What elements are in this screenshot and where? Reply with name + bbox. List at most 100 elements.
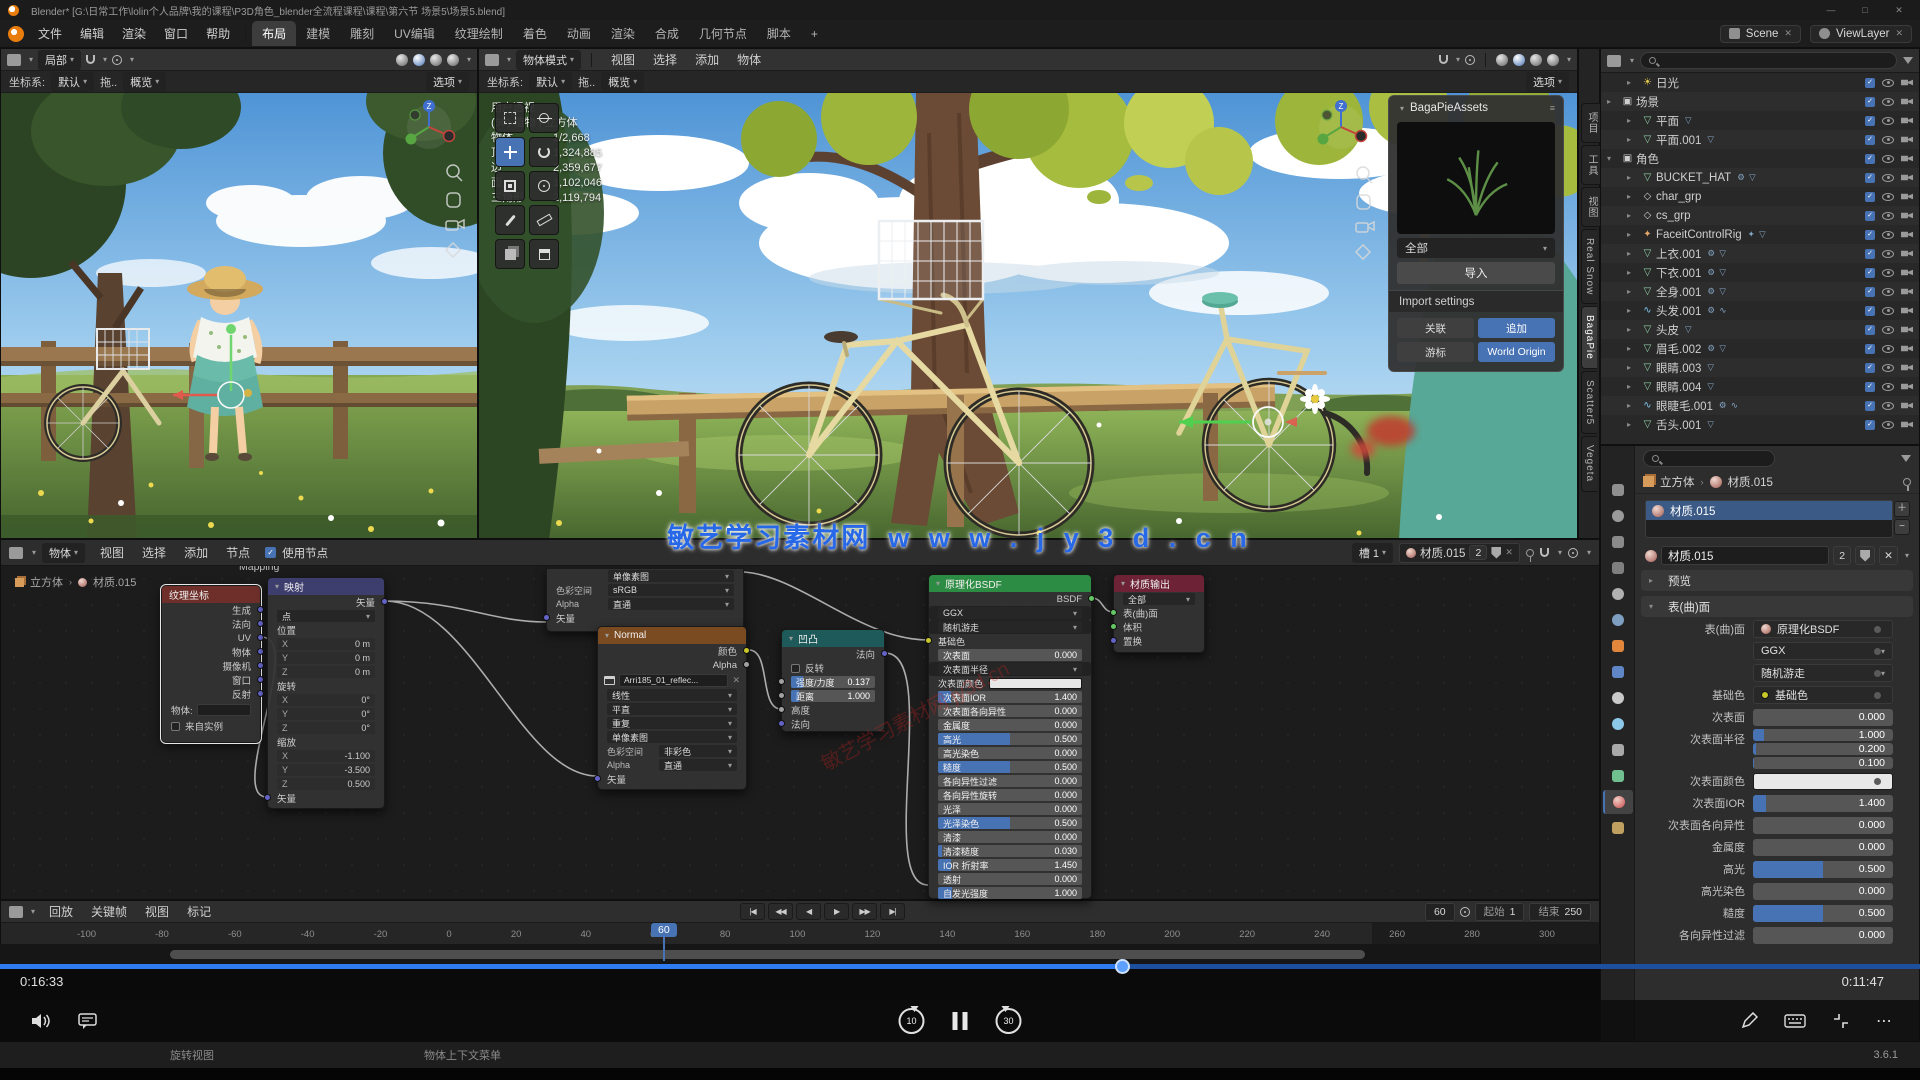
tab-render[interactable] xyxy=(1603,504,1633,528)
remove-slot-button[interactable]: − xyxy=(1894,519,1910,535)
value-slider[interactable]: 0.000 xyxy=(1753,883,1893,900)
tweak-tool-button[interactable] xyxy=(495,103,525,133)
timeline-menu-item[interactable]: 标记 xyxy=(178,900,220,923)
outliner-row[interactable]: ▸ ▣ 场景 ✓ xyxy=(1601,92,1919,111)
transform-tool-button[interactable] xyxy=(529,171,559,201)
exclude-checkbox[interactable]: ✓ xyxy=(1865,173,1875,183)
options-dropdown[interactable]: 选项▾ xyxy=(1526,72,1569,92)
node-input-socket[interactable]: 高度 xyxy=(782,703,884,717)
distribution-dropdown[interactable]: GGX▾ xyxy=(1753,642,1893,660)
hide-eye-icon[interactable] xyxy=(1882,345,1894,353)
render-camera-icon[interactable] xyxy=(1901,174,1913,182)
maximize-button[interactable]: □ xyxy=(1852,5,1878,15)
mapping-row[interactable]: Z0.500 xyxy=(268,777,384,791)
scale-tool-button[interactable] xyxy=(495,171,525,201)
bsdf-row[interactable]: 光泽▾ 光泽 光泽0.000 光泽 xyxy=(929,802,1091,816)
hide-eye-icon[interactable] xyxy=(1882,383,1894,391)
node-input-socket[interactable]: 置换 xyxy=(1114,634,1204,648)
node-texture-coordinate[interactable]: 纹理坐标 生成法向UV物体摄像机窗口反射 物体: 来自实例 xyxy=(161,585,261,743)
fake-user-shield-button[interactable] xyxy=(1855,546,1875,565)
outliner-row[interactable]: ▸ ◇ char_grp ✓ xyxy=(1601,187,1919,206)
workspace-tab[interactable]: 合成 xyxy=(645,21,689,46)
base-color-link-button[interactable]: 基础色 xyxy=(1753,686,1893,704)
scene-clear-icon[interactable]: ✕ xyxy=(1784,28,1792,39)
slot-dropdown[interactable]: 槽 1▾ xyxy=(1352,543,1393,563)
mapping-type-dropdown[interactable]: 点▾ xyxy=(268,609,384,623)
bsdf-row[interactable]: 各向异性过滤▾ 各向异性过滤 各向异性过滤0.000 各向异性过滤 xyxy=(929,774,1091,788)
hide-eye-icon[interactable] xyxy=(1882,212,1894,220)
disclosure-icon[interactable]: ▸ xyxy=(1627,325,1639,334)
bsdf-row[interactable]: 基础色▾ 基础色 基础色 基础色 xyxy=(929,634,1091,648)
node-menu-item[interactable]: 选择 xyxy=(133,541,175,564)
mapping-row[interactable]: 旋转 xyxy=(268,679,384,693)
shrink-icon[interactable] xyxy=(1832,1012,1850,1030)
shader-type-dropdown[interactable]: 物体▾ xyxy=(42,543,85,563)
asset-category-dropdown[interactable]: 全部▾ xyxy=(1397,238,1555,258)
outliner-row[interactable]: ▸ ∿ 头发.001 ⚙ ∿ ✓ xyxy=(1601,301,1919,320)
value-slider[interactable]: 1.400 xyxy=(1753,795,1893,812)
node-input-socket[interactable]: 体积 xyxy=(1114,620,1204,634)
exclude-checkbox[interactable]: ✓ xyxy=(1865,97,1875,107)
disclosure-icon[interactable]: ▸ xyxy=(1627,249,1639,258)
hide-eye-icon[interactable] xyxy=(1882,155,1894,163)
hide-eye-icon[interactable] xyxy=(1882,269,1894,277)
rewind-10-button[interactable]: 10 xyxy=(899,1008,925,1034)
alpha-row[interactable]: Alpha直通▾ xyxy=(598,758,746,772)
panel-surface-header[interactable]: ▾表(曲)面 xyxy=(1641,596,1913,617)
disclosure-icon[interactable]: ▾ xyxy=(1607,154,1619,163)
image-setting-row[interactable]: 单像素图▾ xyxy=(547,569,743,583)
value-slider[interactable]: 0.000 xyxy=(1753,927,1893,944)
close-button[interactable]: ✕ xyxy=(1886,5,1912,16)
exclude-checkbox[interactable]: ✓ xyxy=(1865,116,1875,126)
disclosure-icon[interactable]: ▸ xyxy=(1627,287,1639,296)
outliner-row[interactable]: ▸ ▽ 头皮 ▽ ✓ xyxy=(1601,320,1919,339)
outliner-row[interactable]: ▸ ▽ 舌头.001 ▽ ✓ xyxy=(1601,415,1919,434)
bsdf-row[interactable]: 清漆糙度▾ 清漆糙度 清漆糙度0.030 清漆糙度 xyxy=(929,844,1091,858)
orientation-dropdown[interactable]: 局部▾ xyxy=(38,50,81,70)
orientation-value-dropdown[interactable]: 默认▾ xyxy=(529,72,572,92)
render-camera-icon[interactable] xyxy=(1901,79,1913,87)
subsurface-color-swatch[interactable] xyxy=(1753,773,1893,790)
outliner-search-input[interactable] xyxy=(1640,52,1897,69)
viewport-center-canvas[interactable]: Z 用户透视 (60) 植物 | 立方体 物体 xyxy=(479,93,1577,538)
animate-dot[interactable] xyxy=(1874,670,1881,677)
sidebar-tab[interactable]: 工具 xyxy=(1581,145,1601,185)
unlink-button[interactable]: ✕ xyxy=(1505,547,1513,558)
bsdf-row[interactable]: 随机游走▾ 随机游走 随机游走 随机游走 xyxy=(929,620,1091,634)
workspace-tab[interactable]: 脚本 xyxy=(757,21,801,46)
node-output-socket[interactable]: 矢量 xyxy=(268,595,384,609)
sidebar-tab[interactable]: Scatter5 xyxy=(1581,371,1597,434)
timeline-scrollbar[interactable] xyxy=(0,944,1600,964)
hide-eye-icon[interactable] xyxy=(1882,364,1894,372)
asset-preview[interactable] xyxy=(1397,122,1555,234)
play-reverse-button[interactable]: ◀ xyxy=(796,903,821,920)
proportional-edit-icon[interactable] xyxy=(112,55,122,65)
node-input-socket[interactable]: 矢量 xyxy=(598,772,746,786)
output-target-dropdown[interactable]: 全部▾ xyxy=(1114,592,1204,606)
exclude-checkbox[interactable]: ✓ xyxy=(1865,230,1875,240)
bump-slider-row[interactable]: 强度/力度0.137 xyxy=(782,675,884,689)
pause-button[interactable] xyxy=(953,1012,968,1030)
render-camera-icon[interactable] xyxy=(1901,288,1913,296)
outliner-row[interactable]: ▸ ▽ BUCKET_HAT ⚙ ▽ ✓ xyxy=(1601,168,1919,187)
outliner-row[interactable]: ▾ ▣ 角色 ✓ xyxy=(1601,149,1919,168)
render-camera-icon[interactable] xyxy=(1901,326,1913,334)
sidebar-tab[interactable]: Real Snow xyxy=(1581,229,1597,304)
hide-eye-icon[interactable] xyxy=(1882,117,1894,125)
disclosure-icon[interactable]: ▸ xyxy=(1627,401,1639,410)
options-dropdown[interactable]: 选项▾ xyxy=(426,72,469,92)
proportional-edit-icon[interactable] xyxy=(1465,55,1475,65)
bsdf-row[interactable]: 高光▾ 高光 高光0.500 高光 xyxy=(929,732,1091,746)
disclosure-icon[interactable]: ▸ xyxy=(1627,344,1639,353)
hide-eye-icon[interactable] xyxy=(1882,250,1894,258)
hide-eye-icon[interactable] xyxy=(1882,288,1894,296)
timeline-menu-item[interactable]: 视图 xyxy=(136,900,178,923)
outliner-row[interactable]: ▸ ◇ cs_grp ✓ xyxy=(1601,206,1919,225)
node-output-socket[interactable]: 物体 xyxy=(162,645,260,659)
menu-item[interactable]: 帮助 xyxy=(197,24,239,44)
hide-eye-icon[interactable] xyxy=(1882,193,1894,201)
viewport-menu-item[interactable]: 视图 xyxy=(602,48,644,71)
node-principled-bsdf[interactable]: ▾原理化BSDF BSDF GGX▾ GGX GGX GGX xyxy=(928,574,1092,899)
bsdf-row[interactable]: 高光染色▾ 高光染色 高光染色0.000 高光染色 xyxy=(929,746,1091,760)
node-output-socket[interactable]: 法向 xyxy=(162,617,260,631)
